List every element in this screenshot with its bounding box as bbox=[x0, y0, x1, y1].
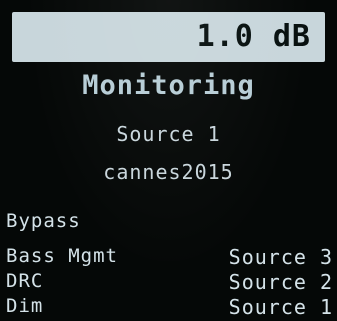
session-name-label: cannes2015 bbox=[103, 160, 234, 184]
menu-item-bypass[interactable]: Bypass bbox=[6, 210, 81, 232]
current-source-label: Source 1 bbox=[116, 122, 221, 146]
menu-item-dim[interactable]: Dim bbox=[6, 295, 43, 317]
level-readout: 1.0 dB bbox=[196, 19, 311, 54]
source-select-3[interactable]: Source 3 bbox=[229, 245, 333, 269]
volume-header-bar: 1.0 dB bbox=[12, 12, 325, 62]
menu-item-drc[interactable]: DRC bbox=[6, 270, 43, 292]
source-select-2[interactable]: Source 2 bbox=[229, 270, 333, 294]
menu-item-bass-management[interactable]: Bass Mgmt bbox=[6, 245, 118, 267]
monitor-display-screen: 1.0 dB Monitoring Source 1 cannes2015 By… bbox=[0, 0, 337, 321]
page-title: Monitoring bbox=[82, 70, 255, 101]
source-select-1[interactable]: Source 1 bbox=[229, 295, 333, 319]
